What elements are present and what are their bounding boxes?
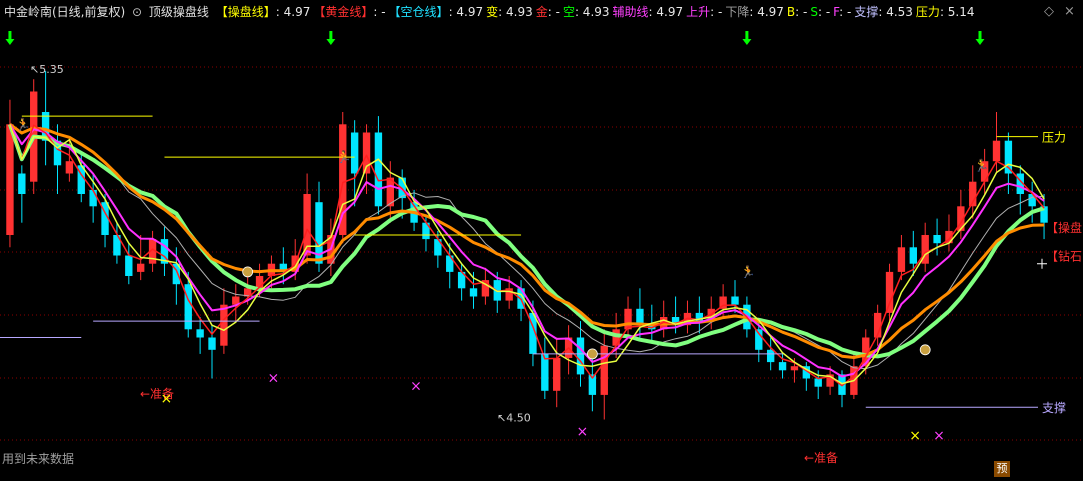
signal-x-marker: × [267, 371, 279, 387]
signal-x-marker: × [410, 379, 422, 395]
indicator-label: 上升 [686, 5, 711, 19]
indicator-label: B [786, 5, 796, 19]
candle-body [184, 284, 192, 330]
runner-icon: 🏃 [337, 150, 352, 164]
down-arrow-icon [742, 31, 752, 45]
indicator-label: S [810, 5, 818, 19]
indicator-header: 中金岭南(日线,前复权) ⊙ 顶级操盘线 【操盘线】: 4.97 【黄金线】: -… [0, 0, 1083, 24]
indicator-value: : 4.97 [749, 5, 784, 19]
candle-body [766, 349, 775, 363]
line-name-label: 【钻石 [1046, 249, 1082, 264]
indicator-value: : - [817, 5, 831, 19]
indicator-title[interactable]: 顶级操盘线 [149, 5, 209, 19]
indicator-value: : - [547, 5, 560, 19]
candle-body [6, 124, 14, 235]
runner-icon: 🏃 [741, 265, 756, 279]
runner-icon: 🏃 [974, 158, 989, 172]
candle-body [600, 345, 608, 395]
support-label: 支撑 [1042, 400, 1066, 415]
high-price-label: ↖5.35 [30, 63, 64, 76]
candle-body [18, 173, 26, 194]
future-data-note: 用到未来数据 [2, 452, 75, 466]
price-chart[interactable]: ↖5.35↖4.50←准备←准备压力支撑【操盘【钻石🏃🏃🏃🏃×××× × × [0, 0, 1083, 481]
candle-body [731, 296, 739, 305]
indicator-value: : 4.53 [878, 5, 913, 19]
indicator-label: 【空仓线】 [388, 5, 449, 19]
indicator-value: : - [795, 5, 808, 19]
prepare-label: ←准备 [804, 451, 838, 465]
indicator-label: 空 [562, 5, 575, 19]
line-name-label: 【操盘 [1046, 220, 1082, 235]
indicator-value: : 4.93 [574, 5, 610, 19]
indicator-values: 【操盘线】: 4.97 【黄金线】: - 【空仓线】: 4.97 变: 4.93 金: … [216, 5, 978, 19]
candle-body [553, 358, 561, 391]
diamond-icon[interactable]: ◇ [1044, 4, 1054, 19]
indicator-label: 【操盘线】 [215, 5, 276, 19]
candle-body [624, 308, 632, 330]
candle-body [1004, 140, 1013, 174]
candle-body [790, 366, 799, 371]
candle-body [933, 235, 941, 244]
candle-body [196, 329, 204, 338]
down-arrow-icon [975, 31, 985, 45]
indicator-label: 支撑 [854, 5, 879, 19]
indicator-label: 金 [535, 5, 548, 19]
stock-title: 中金岭南(日线,前复权) [4, 5, 126, 19]
candle-body [125, 255, 133, 276]
signal-x-marker: × [160, 391, 172, 407]
close-icon[interactable]: × [1064, 4, 1075, 19]
candle-body [992, 140, 1001, 162]
indicator-value: : 4.97 [448, 5, 484, 19]
candle-body [208, 337, 216, 350]
candle-body [778, 362, 787, 371]
indicator-label: 下降 [725, 5, 750, 19]
indicator-label: 辅助线 [612, 5, 649, 19]
indicator-value: : 4.97 [275, 5, 311, 19]
low-price-label: ↖4.50 [497, 411, 531, 424]
indicator-label: 【黄金线】 [313, 5, 374, 19]
money-bag-icon [919, 344, 931, 356]
indicator-label: 变 [486, 5, 499, 19]
candle-body [374, 132, 383, 207]
candle-body [576, 337, 585, 375]
indicator-value: : 4.97 [648, 5, 684, 19]
candle-body [89, 189, 97, 207]
candle-body [350, 132, 359, 174]
indicator-label: 压力 [915, 5, 940, 19]
resistance-label: 压力 [1042, 131, 1066, 145]
chart-window: ↖5.35 ↖4.50 ←准备 ←准备 压力 支撑 【操盘 【钻石 🏃 🏃 🏃 🏃 × × × × × × 中金岭… [0, 0, 1083, 481]
down-arrow-icon [326, 31, 336, 45]
candle-body [814, 378, 822, 387]
candle-body [220, 304, 228, 346]
candle-body [897, 247, 906, 272]
signal-x-marker: × [933, 428, 945, 444]
signal-x-marker: × [576, 424, 588, 440]
candle-body [469, 288, 478, 297]
forecast-badge[interactable]: 预 [994, 461, 1010, 477]
candle-body [885, 271, 894, 313]
signal-x-marker: × [909, 428, 921, 444]
candle-body [909, 247, 917, 264]
indicator-value: : - [710, 5, 723, 19]
indicator-value: : 5.14 [939, 5, 975, 19]
money-bag-icon [242, 266, 254, 278]
runner-icon: 🏃 [16, 117, 31, 131]
indicator-value: : 4.93 [498, 5, 533, 19]
down-arrow-icon [5, 31, 15, 45]
indicator-value: : - [373, 5, 386, 19]
dropdown-icon[interactable]: ⊙ [132, 5, 142, 19]
money-bag-icon [586, 348, 598, 360]
candle-body [65, 161, 74, 174]
indicator-value: : - [839, 5, 852, 19]
candle-body [137, 263, 145, 272]
